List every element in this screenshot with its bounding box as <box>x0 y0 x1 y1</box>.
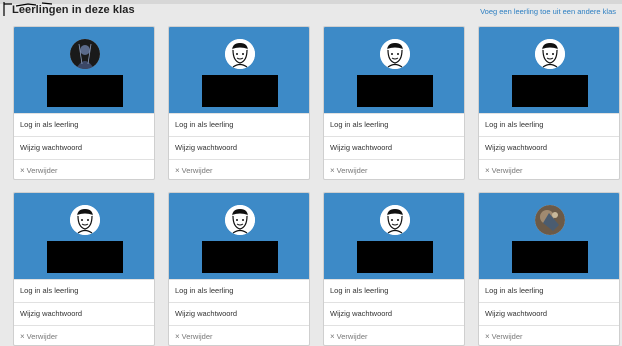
remove-student-button[interactable]: × Verwijder <box>169 159 309 179</box>
remove-label: Verwijder <box>491 166 523 175</box>
student-card-header <box>324 193 464 279</box>
change-password-button[interactable]: Wijzig wachtwoord <box>479 136 619 159</box>
student-card: Log in als leerling Wijzig wachtwoord × V… <box>478 192 620 346</box>
student-card: Log in als leerling Wijzig wachtwoord × V… <box>478 26 620 180</box>
change-password-button[interactable]: Wijzig wachtwoord <box>169 136 309 159</box>
student-avatar-icon <box>380 39 410 69</box>
change-password-button[interactable]: Wijzig wachtwoord <box>324 136 464 159</box>
remove-student-button[interactable]: × Verwijder <box>479 159 619 179</box>
login-as-student-button[interactable]: Log in als leerling <box>169 279 309 302</box>
student-card-header <box>14 193 154 279</box>
login-as-student-button[interactable]: Log in als leerling <box>14 113 154 136</box>
remove-student-button[interactable]: × Verwijder <box>14 325 154 345</box>
student-card-header <box>169 27 309 113</box>
remove-label: Verwijder <box>491 332 523 341</box>
student-avatar-icon <box>380 205 410 235</box>
student-card: Log in als leerling Wijzig wachtwoord × V… <box>323 192 465 346</box>
remove-student-button[interactable]: × Verwijder <box>169 325 309 345</box>
student-avatar-icon <box>535 39 565 69</box>
change-password-button[interactable]: Wijzig wachtwoord <box>169 302 309 325</box>
change-password-button[interactable]: Wijzig wachtwoord <box>14 136 154 159</box>
redacted-student-name <box>357 75 433 107</box>
login-as-student-button[interactable]: Log in als leerling <box>169 113 309 136</box>
login-as-student-button[interactable]: Log in als leerling <box>324 279 464 302</box>
student-card: Log in als leerling Wijzig wachtwoord × V… <box>13 26 155 180</box>
remove-label: Verwijder <box>181 332 213 341</box>
student-card-header <box>169 193 309 279</box>
change-password-button[interactable]: Wijzig wachtwoord <box>14 302 154 325</box>
page-title: Leerlingen in deze klas <box>12 4 135 16</box>
redacted-student-name <box>357 241 433 273</box>
remove-student-button[interactable]: × Verwijder <box>479 325 619 345</box>
remove-label: Verwijder <box>26 166 58 175</box>
student-card-header <box>479 193 619 279</box>
close-icon: × <box>485 166 490 175</box>
close-icon: × <box>20 166 25 175</box>
student-card-header <box>479 27 619 113</box>
remove-student-button[interactable]: × Verwijder <box>14 159 154 179</box>
student-card: Log in als leerling Wijzig wachtwoord × V… <box>168 192 310 346</box>
student-avatar-icon <box>225 39 255 69</box>
remove-label: Verwijder <box>336 166 368 175</box>
close-icon: × <box>330 332 335 341</box>
student-card: Log in als leerling Wijzig wachtwoord × V… <box>168 26 310 180</box>
student-avatar-icon <box>70 205 100 235</box>
login-as-student-button[interactable]: Log in als leerling <box>324 113 464 136</box>
redacted-student-name <box>512 241 588 273</box>
remove-student-button[interactable]: × Verwijder <box>324 159 464 179</box>
login-as-student-button[interactable]: Log in als leerling <box>14 279 154 302</box>
close-icon: × <box>20 332 25 341</box>
change-password-button[interactable]: Wijzig wachtwoord <box>479 302 619 325</box>
student-card-header <box>14 27 154 113</box>
close-icon: × <box>330 166 335 175</box>
dark-portrait-photo-icon <box>70 39 100 69</box>
redacted-student-name <box>47 75 123 107</box>
change-password-button[interactable]: Wijzig wachtwoord <box>324 302 464 325</box>
student-card: Log in als leerling Wijzig wachtwoord × V… <box>323 26 465 180</box>
add-student-from-other-class-link[interactable]: Voeg een leerling toe uit een andere kla… <box>480 7 616 16</box>
redacted-student-name <box>202 75 278 107</box>
remove-label: Verwijder <box>336 332 368 341</box>
remove-student-button[interactable]: × Verwijder <box>324 325 464 345</box>
close-icon: × <box>175 166 180 175</box>
close-icon: × <box>175 332 180 341</box>
login-as-student-button[interactable]: Log in als leerling <box>479 279 619 302</box>
student-card: Log in als leerling Wijzig wachtwoord × V… <box>13 192 155 346</box>
remove-label: Verwijder <box>181 166 213 175</box>
student-card-header <box>324 27 464 113</box>
student-grid: Log in als leerling Wijzig wachtwoord × V… <box>13 26 620 346</box>
close-icon: × <box>485 332 490 341</box>
photo-avatar-icon <box>535 205 565 235</box>
redacted-student-name <box>202 241 278 273</box>
redacted-student-name <box>512 75 588 107</box>
remove-label: Verwijder <box>26 332 58 341</box>
login-as-student-button[interactable]: Log in als leerling <box>479 113 619 136</box>
student-avatar-icon <box>225 205 255 235</box>
redacted-student-name <box>47 241 123 273</box>
